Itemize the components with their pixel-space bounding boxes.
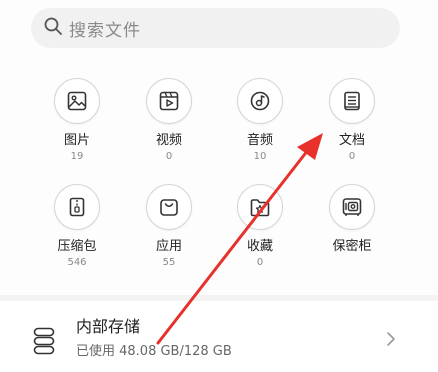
category-label: 收藏 — [246, 239, 273, 254]
storage-icon — [33, 327, 55, 355]
category-label: 音频 — [246, 133, 273, 148]
storage-usage: 已使用 48.08 GB/128 GB — [76, 344, 232, 359]
category-images[interactable]: 图片 19 — [37, 78, 117, 163]
category-label: 视频 — [155, 133, 182, 148]
category-label: 保密柜 — [332, 239, 372, 254]
app-bag-icon — [146, 184, 192, 230]
category-favorites[interactable]: 收藏 0 — [220, 184, 300, 269]
category-safe[interactable]: 保密柜 — [312, 184, 392, 256]
favorites-folder-icon — [237, 184, 283, 230]
category-count: 55 — [162, 257, 176, 268]
category-count: 10 — [253, 151, 267, 162]
category-count: 0 — [165, 151, 173, 162]
category-apps[interactable]: 应用 55 — [129, 184, 209, 269]
category-count: 546 — [67, 257, 87, 268]
storage-title: 内部存储 — [76, 317, 141, 336]
category-audio[interactable]: 音频 10 — [220, 78, 300, 163]
category-label: 应用 — [155, 239, 182, 254]
video-icon — [146, 78, 192, 124]
category-label: 图片 — [63, 133, 90, 148]
category-label: 压缩包 — [57, 239, 97, 254]
category-videos[interactable]: 视频 0 — [129, 78, 209, 163]
category-count: 0 — [256, 257, 264, 268]
document-icon — [329, 78, 375, 124]
archive-icon — [54, 184, 100, 230]
category-grid: 图片 19 视频 0 音频 10 文档 0 压缩包 546 应用 55 收藏 0… — [0, 0, 438, 295]
image-icon — [54, 78, 100, 124]
category-documents[interactable]: 文档 0 — [312, 78, 392, 163]
category-label: 文档 — [338, 133, 365, 148]
category-count: 19 — [70, 151, 84, 162]
safe-icon — [329, 184, 375, 230]
category-count: 0 — [348, 151, 356, 162]
category-archives[interactable]: 压缩包 546 — [37, 184, 117, 269]
chevron-right-icon — [387, 332, 395, 346]
audio-icon — [237, 78, 283, 124]
internal-storage-row[interactable]: 内部存储 已使用 48.08 GB/128 GB — [0, 301, 438, 372]
